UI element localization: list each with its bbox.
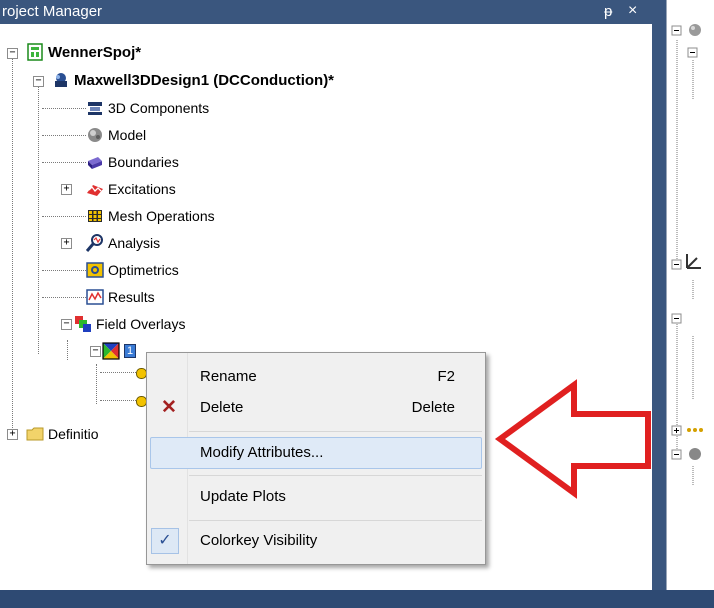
collapse-toggle[interactable]: − <box>61 319 72 330</box>
node-label: Definitio <box>48 426 99 442</box>
node-label: Field Overlays <box>96 316 186 332</box>
context-menu: Rename F2 ✕ Delete Delete Modify Attribu… <box>146 352 486 565</box>
menu-item-label: Update Plots <box>200 488 286 505</box>
red-arrow-annotation <box>494 379 651 499</box>
model-icon <box>88 128 102 142</box>
tree-node-optimetrics[interactable]: Optimetrics <box>86 260 179 280</box>
results-icon <box>86 289 104 305</box>
node-label: Analysis <box>108 235 161 251</box>
overlay-item-label: 1 <box>124 344 137 358</box>
node-label: 3D Components <box>108 100 210 116</box>
right-panel-tree <box>600 24 703 486</box>
tree-line <box>42 270 86 271</box>
menu-item-shortcut: Delete <box>411 399 455 416</box>
node-label: Results <box>108 289 155 305</box>
node-label: Boundaries <box>108 154 179 170</box>
analysis-icon <box>86 234 103 252</box>
right-model-icon <box>689 24 701 36</box>
node-label: Excitations <box>108 181 176 197</box>
menu-item-delete[interactable]: ✕ Delete Delete <box>147 393 485 423</box>
tree-line <box>100 372 140 373</box>
maxwell-design-icon <box>55 73 67 87</box>
menu-item-update-plots[interactable]: Update Plots <box>147 482 485 512</box>
right-panel <box>600 0 714 590</box>
tree-node-design[interactable]: Maxwell3DDesign1 (DCConduction)* <box>52 70 334 90</box>
tree-node-excitations[interactable]: Excitations <box>86 179 176 199</box>
menu-item-shortcut: F2 <box>437 368 455 385</box>
project-manager-title-bar: roject Manager ᵽ × <box>0 0 652 24</box>
excitations-icon <box>87 185 103 196</box>
collapse-toggle[interactable]: − <box>90 346 101 357</box>
project-icon <box>27 43 43 61</box>
menu-separator <box>189 431 482 432</box>
tree-node-results[interactable]: Results <box>86 287 155 307</box>
menu-separator <box>189 475 482 476</box>
menu-item-modify-attributes[interactable]: Modify Attributes... <box>150 437 482 469</box>
field-overlays-icon <box>75 316 91 332</box>
tree-node-overlay-item[interactable]: 1 <box>102 341 137 361</box>
tree-line <box>96 364 97 404</box>
design-label: Maxwell3DDesign1 (DCConduction)* <box>74 71 335 89</box>
project-label: WennerSpoj* <box>48 43 142 61</box>
bottom-status-bar <box>0 590 714 608</box>
expand-toggle[interactable]: + <box>61 184 72 195</box>
tree-line <box>100 400 140 401</box>
tree-node-model[interactable]: Model <box>86 125 146 145</box>
folder-icon <box>26 427 44 441</box>
menu-item-label: Modify Attributes... <box>200 444 324 461</box>
menu-item-label: Colorkey Visibility <box>200 532 318 549</box>
menu-item-colorkey-visibility[interactable]: ✓ Colorkey Visibility <box>147 526 485 556</box>
components-icon <box>88 102 102 115</box>
mesh-icon <box>88 210 102 222</box>
menu-item-label: Rename <box>200 368 257 385</box>
node-label: Model <box>108 127 147 143</box>
expand-toggle[interactable]: + <box>7 429 18 440</box>
menu-separator <box>189 520 482 521</box>
tree-node-mesh-operations[interactable]: Mesh Operations <box>86 206 215 226</box>
optimetrics-icon <box>86 262 104 278</box>
panel-title: roject Manager <box>2 3 103 20</box>
tree-line <box>42 108 86 109</box>
tree-line <box>38 84 39 354</box>
pin-icon[interactable]: ᵽ <box>604 3 612 20</box>
node-label: Optimetrics <box>108 262 179 278</box>
collapse-toggle[interactable]: − <box>33 76 44 87</box>
tree-node-definitions[interactable]: Definitio <box>26 424 99 444</box>
panel-splitter[interactable] <box>652 0 666 608</box>
boundaries-icon <box>88 157 102 169</box>
tree-node-analysis[interactable]: Analysis <box>86 233 160 253</box>
tree-node-project[interactable]: WennerSpoj* <box>26 42 141 62</box>
tree-line <box>42 216 86 217</box>
collapse-toggle[interactable]: − <box>7 48 18 59</box>
node-label: Mesh Operations <box>108 208 215 224</box>
tree-line <box>42 297 86 298</box>
delete-x-icon: ✕ <box>161 397 177 418</box>
overlay-plot-icon <box>102 342 120 360</box>
tree-node-boundaries[interactable]: Boundaries <box>86 152 179 172</box>
tree-line <box>67 340 68 360</box>
expand-toggle[interactable]: + <box>61 238 72 249</box>
close-icon[interactable]: × <box>628 2 637 20</box>
tree-line <box>42 162 86 163</box>
tree-node-field-overlays[interactable]: Field Overlays <box>74 314 185 334</box>
menu-item-label: Delete <box>200 399 244 416</box>
tree-node-3d-components[interactable]: 3D Components <box>86 98 209 118</box>
tree-line <box>12 58 13 436</box>
checkmark-icon: ✓ <box>151 528 179 554</box>
tree-line <box>42 135 86 136</box>
menu-item-rename[interactable]: Rename F2 <box>147 362 485 392</box>
